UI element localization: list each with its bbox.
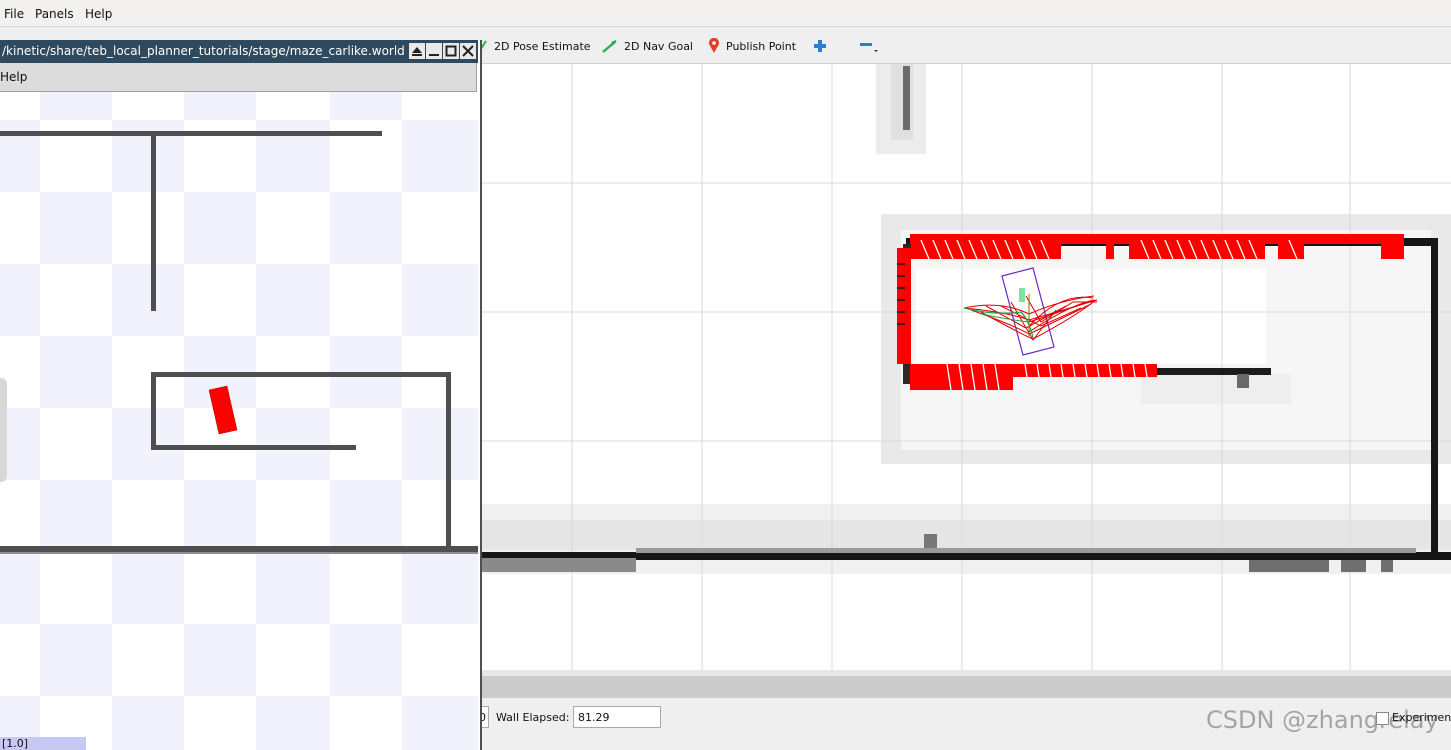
time-panel-header — [481, 676, 1451, 698]
time-panel: 0 Wall Elapsed: 81.29 CSDN @zhangrelay E… — [475, 698, 1451, 750]
minus-icon — [860, 43, 878, 52]
minimize-icon[interactable] — [426, 43, 442, 59]
menu-help[interactable]: Help — [85, 7, 112, 21]
costmap-render — [481, 64, 1451, 670]
experimental-checkbox[interactable] — [1376, 712, 1389, 725]
stage-titlebar[interactable]: /kinetic/share/teb_local_planner_tutoria… — [0, 40, 478, 63]
stage-status-bar: [1.0] — [0, 737, 86, 750]
rviz-3d-view[interactable] — [481, 64, 1451, 670]
close-icon[interactable] — [460, 43, 476, 59]
stage-world-render — [0, 92, 478, 750]
wall-elapsed-label: Wall Elapsed: — [496, 711, 570, 724]
plus-icon — [814, 40, 826, 52]
tool-label: Publish Point — [726, 39, 797, 53]
menubar: File Panels Help — [0, 0, 1451, 27]
menu-file[interactable]: File — [4, 7, 24, 21]
stage-edge-handle[interactable] — [0, 378, 7, 482]
tool-2d-nav-goal[interactable]: 2D Nav Goal — [602, 38, 693, 54]
tool-2d-pose-estimate[interactable]: 2D Pose Estimate — [478, 38, 591, 54]
stage-window: /kinetic/share/teb_local_planner_tutoria… — [0, 40, 482, 750]
stage-world-canvas[interactable] — [0, 92, 478, 750]
experimental-label: Experiment — [1392, 711, 1451, 724]
green-arrow-icon — [602, 40, 617, 53]
stage-menu-help[interactable]: Help — [0, 70, 27, 84]
wall-elapsed-field: 81.29 — [573, 706, 661, 728]
stage-status-text: [1.0] — [2, 737, 29, 750]
stage-window-title: /kinetic/share/teb_local_planner_tutoria… — [2, 44, 405, 58]
stage-menubar: Help — [0, 63, 477, 92]
eject-icon[interactable] — [409, 43, 425, 59]
tool-label: 2D Pose Estimate — [494, 39, 591, 53]
remove-tool-button[interactable] — [858, 38, 880, 54]
maximize-icon[interactable] — [443, 43, 459, 59]
menu-panels[interactable]: Panels — [35, 7, 74, 21]
add-tool-button[interactable] — [813, 38, 827, 54]
tool-publish-point[interactable]: Publish Point — [708, 38, 796, 54]
map-pin-icon — [709, 38, 719, 53]
tool-label: 2D Nav Goal — [624, 39, 693, 53]
